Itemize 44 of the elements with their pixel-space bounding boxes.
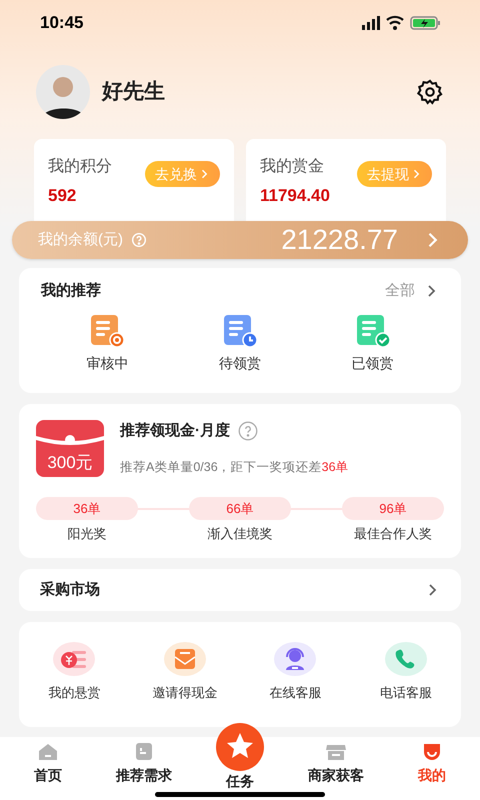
tier-name: 阳光奖 — [66, 525, 108, 543]
tier-name: 最佳合作人奖 — [353, 525, 433, 543]
document-icon — [354, 312, 391, 348]
section-title: 我的推荐 — [41, 281, 101, 301]
user-name: 好先生 — [102, 79, 165, 106]
service-item[interactable]: 在线客服 — [240, 641, 350, 702]
stat-value: 11794.40 — [260, 185, 330, 207]
tier-count: 96单 — [342, 497, 444, 520]
progress-text: 推荐A类单量0/36，距下一奖项还差36单 — [120, 458, 349, 476]
reward-title: 推荐领现金·月度 — [120, 421, 230, 441]
document-icon — [89, 312, 126, 348]
recommend-status-item[interactable]: 审核中 — [41, 312, 174, 374]
balance-amount: 21228.77 — [281, 223, 398, 257]
tier-count: 36单 — [36, 497, 138, 520]
market-title: 采购市场 — [40, 580, 100, 600]
envelope-amount: 300元 — [47, 452, 93, 474]
coin-icon — [52, 641, 96, 677]
help-icon — [131, 232, 147, 248]
recommend-status-item[interactable]: 待领赏 — [174, 312, 306, 374]
tier-count: 66单 — [189, 497, 291, 520]
wifi-icon — [386, 14, 404, 30]
stat-label: 我的积分 — [48, 156, 112, 177]
recommend-status-item[interactable]: 已领赏 — [306, 312, 439, 374]
envelope-icon — [162, 641, 207, 677]
settings-icon[interactable] — [416, 78, 444, 106]
envelope-flap-icon — [36, 434, 104, 448]
tab[interactable]: 推荐需求 — [96, 737, 192, 800]
tier-name: 渐入佳境奖 — [206, 525, 274, 543]
headset-icon — [273, 641, 318, 677]
stat-label: 我的赏金 — [260, 156, 325, 177]
tab[interactable]: 我的 — [384, 737, 480, 800]
service-item[interactable]: 我的悬赏 — [19, 641, 130, 702]
market-row[interactable]: 采购市场 — [19, 569, 461, 611]
tab[interactable]: 商家获客 — [288, 737, 384, 800]
service-item[interactable]: 电话客服 — [350, 641, 461, 702]
balance-label: 我的余额(元) — [38, 230, 123, 250]
tab[interactable]: 首页 — [0, 737, 96, 800]
document-icon — [222, 312, 258, 348]
status-time: 10:45 — [40, 12, 84, 34]
signal-icon — [362, 14, 380, 30]
stat-value: 592 — [48, 185, 78, 207]
service-item[interactable]: 邀请得现金 — [130, 641, 240, 702]
phone-icon — [384, 641, 428, 677]
battery-icon — [410, 14, 440, 30]
